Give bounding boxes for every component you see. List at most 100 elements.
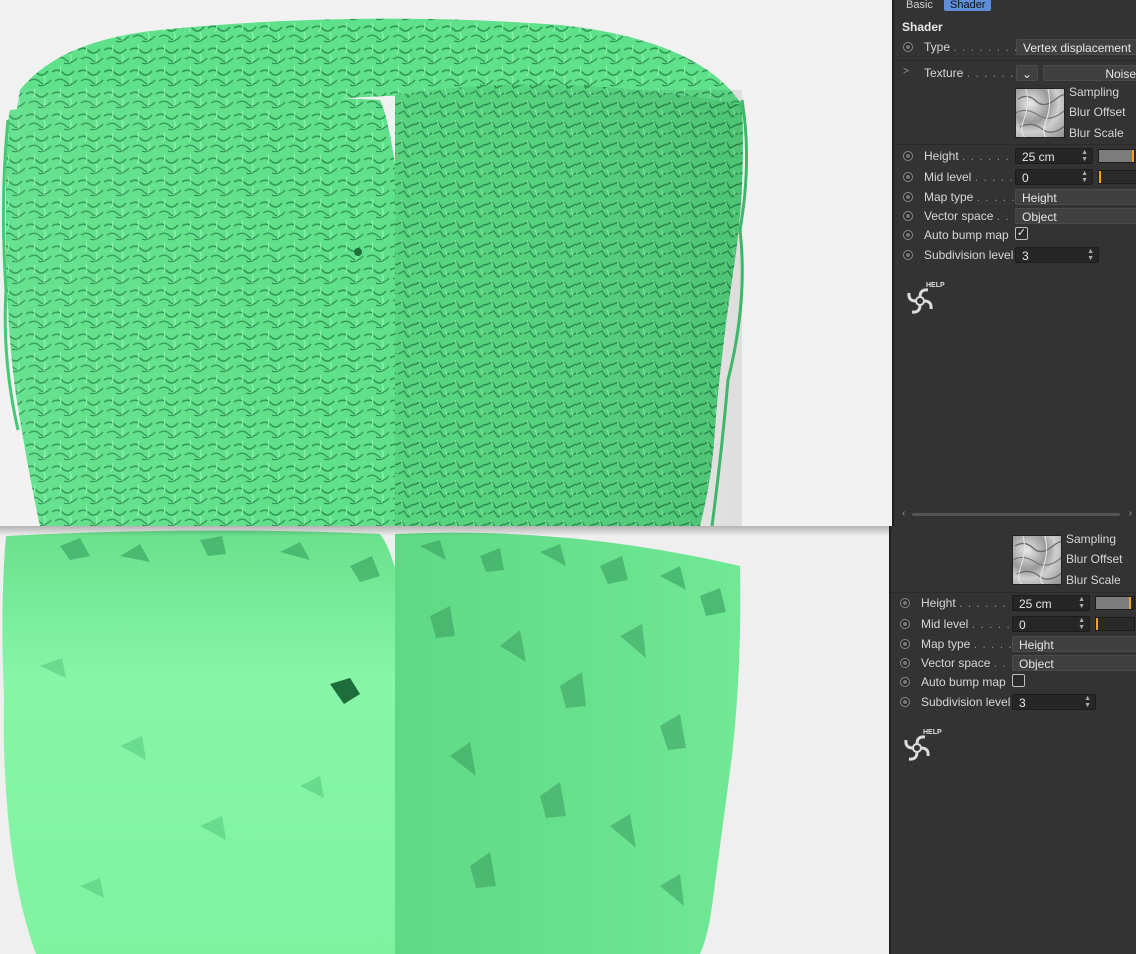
horizontal-scrollbar[interactable] bbox=[912, 513, 1120, 516]
tab-shader[interactable]: Shader bbox=[944, 0, 992, 11]
subdivision-level-input[interactable]: 3 ▲ ▼ bbox=[1012, 694, 1096, 710]
viewport-bottom[interactable] bbox=[0, 526, 890, 954]
height-slider-marker bbox=[1131, 150, 1134, 162]
map-type-dropdown[interactable]: Height bbox=[1012, 636, 1136, 652]
mid-level-row: Mid level . . . . . 0 ▲ ▼ bbox=[894, 169, 1136, 187]
attribute-panel-top: Basic Shader Shader Type . . . . . . . .… bbox=[894, 0, 1136, 526]
mid-level-label: Mid level bbox=[921, 617, 969, 631]
stepper-icon[interactable]: ▲ ▼ bbox=[1081, 170, 1088, 184]
stepper-icon[interactable]: ▲ ▼ bbox=[1078, 596, 1085, 610]
height-input[interactable]: 25 cm ▲ ▼ bbox=[1012, 595, 1090, 611]
animate-radio-icon[interactable] bbox=[903, 230, 913, 240]
animate-radio-icon[interactable] bbox=[900, 619, 910, 629]
vector-space-label: Vector space bbox=[924, 209, 994, 223]
blur-offset-label: Blur Offset bbox=[1069, 105, 1126, 119]
animate-radio-icon[interactable] bbox=[903, 192, 913, 202]
height-row: Height . . . . . . . 25 cm ▲ ▼ bbox=[891, 595, 1136, 613]
subdivision-level-value: 3 bbox=[1019, 696, 1026, 710]
mid-level-slider-marker bbox=[1099, 171, 1101, 183]
animate-radio-icon[interactable] bbox=[900, 677, 910, 687]
height-label: Height bbox=[924, 149, 959, 163]
height-value: 25 cm bbox=[1019, 597, 1052, 611]
auto-bump-map-checkbox[interactable] bbox=[1012, 674, 1025, 687]
map-type-label: Map type bbox=[921, 637, 971, 651]
vector-space-label: Vector space bbox=[921, 656, 991, 670]
type-row: Type . . . . . . . . Vertex displacement bbox=[894, 39, 1136, 57]
height-slider[interactable] bbox=[1095, 596, 1135, 610]
displaced-cube-low-detail bbox=[0, 526, 890, 954]
mid-level-input[interactable]: 0 ▲ ▼ bbox=[1012, 616, 1090, 632]
stepper-icon[interactable]: ▲ ▼ bbox=[1087, 248, 1094, 262]
attribute-panel-bottom: Sampling Blur Offset Blur Scale Height .… bbox=[891, 526, 1136, 954]
height-slider-fill bbox=[1096, 597, 1131, 609]
mid-level-slider[interactable] bbox=[1098, 170, 1136, 184]
animate-radio-icon[interactable] bbox=[903, 151, 913, 161]
stepper-icon[interactable]: ▲ ▼ bbox=[1078, 617, 1085, 631]
stepper-icon[interactable]: ▲ ▼ bbox=[1081, 149, 1088, 163]
animate-radio-icon[interactable] bbox=[903, 211, 913, 221]
viewport-top[interactable] bbox=[0, 0, 892, 526]
texture-row: > Texture . . . . . . ⌄ Noise bbox=[894, 65, 1136, 83]
vector-space-dropdown[interactable]: Object bbox=[1015, 208, 1136, 224]
texture-label: Texture bbox=[924, 66, 964, 80]
stepper-icon[interactable]: ▲ ▼ bbox=[1084, 695, 1091, 709]
vector-space-row: Vector space . . Object bbox=[891, 655, 1136, 673]
animate-radio-icon[interactable] bbox=[903, 172, 913, 182]
blur-scale-label: Blur Scale bbox=[1069, 126, 1124, 140]
subdivision-level-value: 3 bbox=[1022, 249, 1029, 263]
height-label: Height bbox=[921, 596, 956, 610]
help-button[interactable]: HELP bbox=[906, 282, 946, 322]
separator bbox=[891, 592, 1136, 593]
tab-basic[interactable]: Basic bbox=[900, 0, 939, 11]
sampling-label: Sampling bbox=[1066, 532, 1117, 546]
noise-texture-preview[interactable] bbox=[1015, 88, 1065, 138]
map-type-row: Map type . . . . . Height bbox=[894, 189, 1136, 207]
mid-level-label: Mid level bbox=[924, 170, 972, 184]
help-button[interactable]: HELP bbox=[903, 729, 943, 769]
subdivision-level-row: Subdivision level 3 ▲ ▼ bbox=[891, 694, 1136, 712]
separator bbox=[894, 144, 1136, 145]
mid-level-slider[interactable] bbox=[1095, 617, 1135, 631]
height-slider[interactable] bbox=[1098, 149, 1136, 163]
map-type-label: Map type bbox=[924, 190, 974, 204]
chevron-right-icon[interactable]: > bbox=[903, 66, 909, 77]
scroll-left-icon[interactable]: ‹ bbox=[902, 508, 905, 519]
separator bbox=[894, 60, 1136, 61]
displaced-cube-high-detail bbox=[1, 18, 749, 526]
auto-bump-map-row: Auto bump map bbox=[891, 674, 1136, 692]
height-value: 25 cm bbox=[1022, 150, 1055, 164]
help-icon bbox=[904, 735, 930, 761]
animate-radio-icon[interactable] bbox=[903, 250, 913, 260]
noise-texture-preview[interactable] bbox=[1012, 535, 1062, 585]
type-dropdown[interactable]: Vertex displacement bbox=[1016, 39, 1136, 55]
auto-bump-map-checkbox[interactable]: ✓ bbox=[1015, 227, 1028, 240]
map-type-dropdown[interactable]: Height bbox=[1015, 189, 1136, 205]
height-input[interactable]: 25 cm ▲ ▼ bbox=[1015, 148, 1093, 164]
section-title: Shader bbox=[902, 20, 943, 34]
auto-bump-map-label: Auto bump map bbox=[924, 228, 1009, 242]
texture-shader-button[interactable]: Noise bbox=[1043, 65, 1136, 81]
subdivision-level-row: Subdivision level 3 ▲ ▼ bbox=[894, 247, 1136, 265]
animate-radio-icon[interactable] bbox=[900, 639, 910, 649]
subdivision-level-input[interactable]: 3 ▲ ▼ bbox=[1015, 247, 1099, 263]
height-slider-fill bbox=[1099, 150, 1134, 162]
auto-bump-map-label: Auto bump map bbox=[921, 675, 1006, 689]
subdivision-level-label: Subdivision level bbox=[921, 695, 1011, 709]
height-row: Height . . . . . . . 25 cm ▲ ▼ bbox=[894, 148, 1136, 166]
scroll-right-icon[interactable]: › bbox=[1129, 508, 1132, 519]
vector-space-row: Vector space . . Object bbox=[894, 208, 1136, 226]
animate-radio-icon[interactable] bbox=[900, 697, 910, 707]
subdivision-level-label: Subdivision level bbox=[924, 248, 1014, 262]
mid-level-input[interactable]: 0 ▲ ▼ bbox=[1015, 169, 1093, 185]
mid-level-row: Mid level . . . . . 0 ▲ ▼ bbox=[891, 616, 1136, 634]
animate-radio-icon[interactable] bbox=[903, 42, 913, 52]
sampling-label: Sampling bbox=[1069, 85, 1120, 99]
animate-radio-icon[interactable] bbox=[900, 598, 910, 608]
vector-space-dropdown[interactable]: Object bbox=[1012, 655, 1136, 671]
top-comparison-view: Basic Shader Shader Type . . . . . . . .… bbox=[0, 0, 1136, 526]
chevron-down-icon: ⌄ bbox=[1021, 67, 1033, 81]
mid-level-value: 0 bbox=[1019, 618, 1026, 632]
texture-menu-button[interactable]: ⌄ bbox=[1016, 65, 1038, 81]
help-label: HELP bbox=[923, 729, 942, 736]
animate-radio-icon[interactable] bbox=[900, 658, 910, 668]
